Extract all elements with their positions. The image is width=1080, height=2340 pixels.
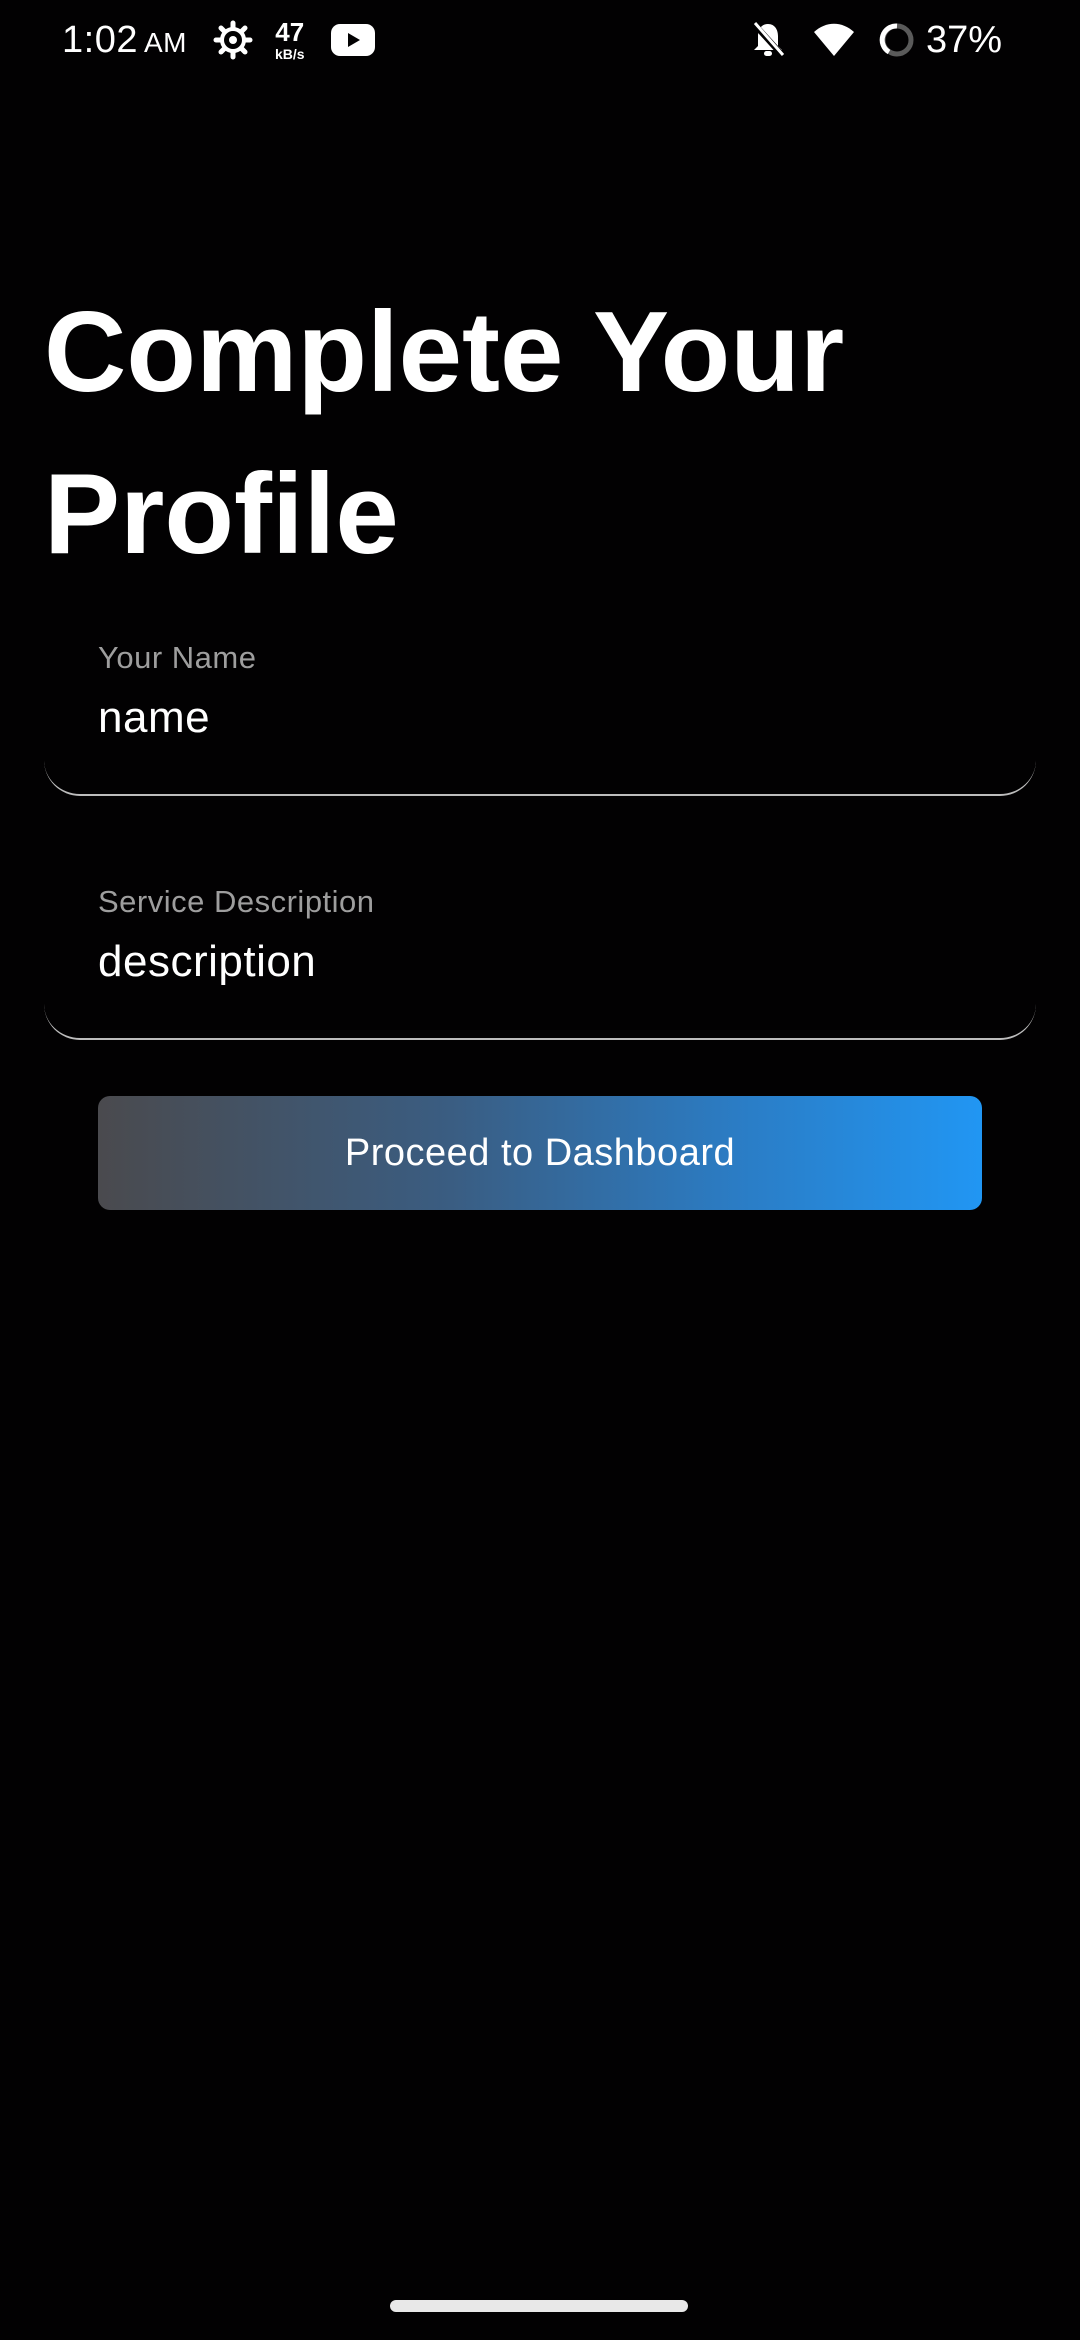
status-time: 1:02 AM [62, 19, 187, 62]
status-time-value: 1:02 [62, 18, 138, 61]
name-field[interactable]: Your Name [44, 626, 1036, 796]
network-speed-value: 47 [275, 17, 305, 47]
status-bar-left: 1:02 AM 47 kB/s [62, 19, 375, 62]
page-title: Complete Your Profile [44, 289, 845, 578]
wifi-icon [812, 22, 856, 58]
name-field-label: Your Name [98, 640, 257, 675]
home-indicator[interactable] [390, 2300, 688, 2312]
notifications-off-icon [750, 20, 786, 60]
profile-screen: 1:02 AM 47 kB/s 37% Complete Your Profil… [0, 0, 1080, 2340]
description-field[interactable]: Service Description [44, 870, 1036, 1040]
name-input[interactable] [98, 688, 978, 748]
status-bar-right: 37% [724, 19, 1002, 62]
youtube-icon [330, 24, 375, 56]
network-speed: 47 kB/s [275, 19, 305, 61]
description-field-label: Service Description [98, 884, 375, 919]
battery-percentage: 37% [925, 18, 1002, 61]
description-input[interactable] [98, 932, 978, 992]
status-bar: 1:02 AM 47 kB/s 37% [0, 0, 1080, 80]
settings-gear-icon [213, 20, 253, 60]
status-time-ampm: AM [143, 26, 187, 58]
battery-icon [878, 21, 916, 59]
network-speed-unit: kB/s [274, 46, 305, 62]
proceed-to-dashboard-button[interactable]: Proceed to Dashboard [98, 1096, 982, 1210]
